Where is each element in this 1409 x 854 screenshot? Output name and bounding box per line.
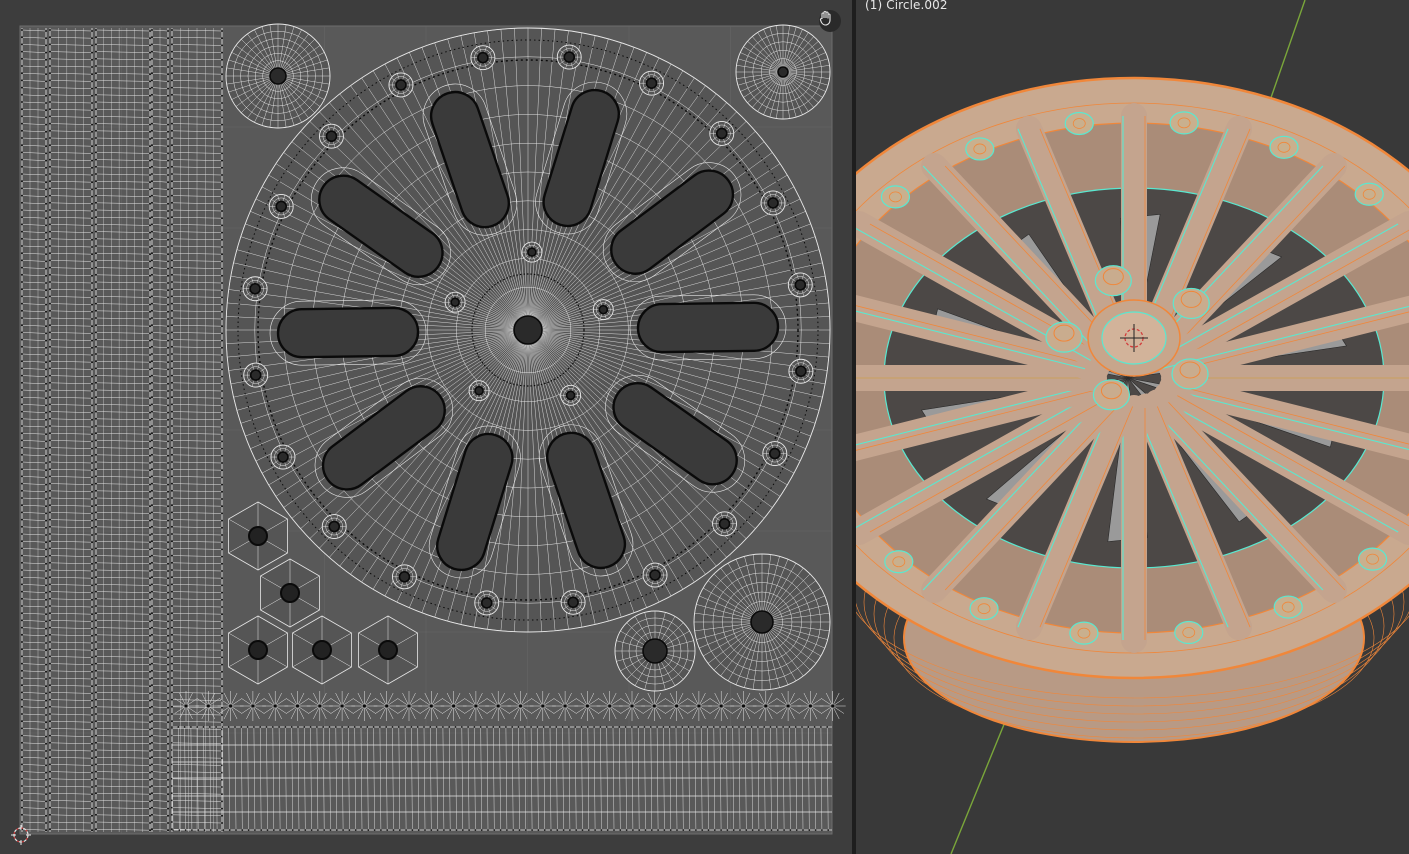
object-label: (1) Circle.002	[865, 0, 948, 12]
uv-island-wheel-face	[225, 27, 831, 633]
uv-layout-canvas[interactable]	[0, 0, 852, 854]
wheel-mesh	[856, 76, 1409, 743]
z-axis-line-top	[1265, 0, 1306, 113]
cursor-2d-icon[interactable]	[10, 824, 32, 846]
uv-editor-panel[interactable]	[0, 0, 852, 854]
pan-hand-icon[interactable]	[819, 10, 841, 32]
3d-viewport-panel[interactable]: (1) Circle.002	[856, 0, 1409, 854]
viewport-canvas[interactable]	[856, 0, 1409, 854]
